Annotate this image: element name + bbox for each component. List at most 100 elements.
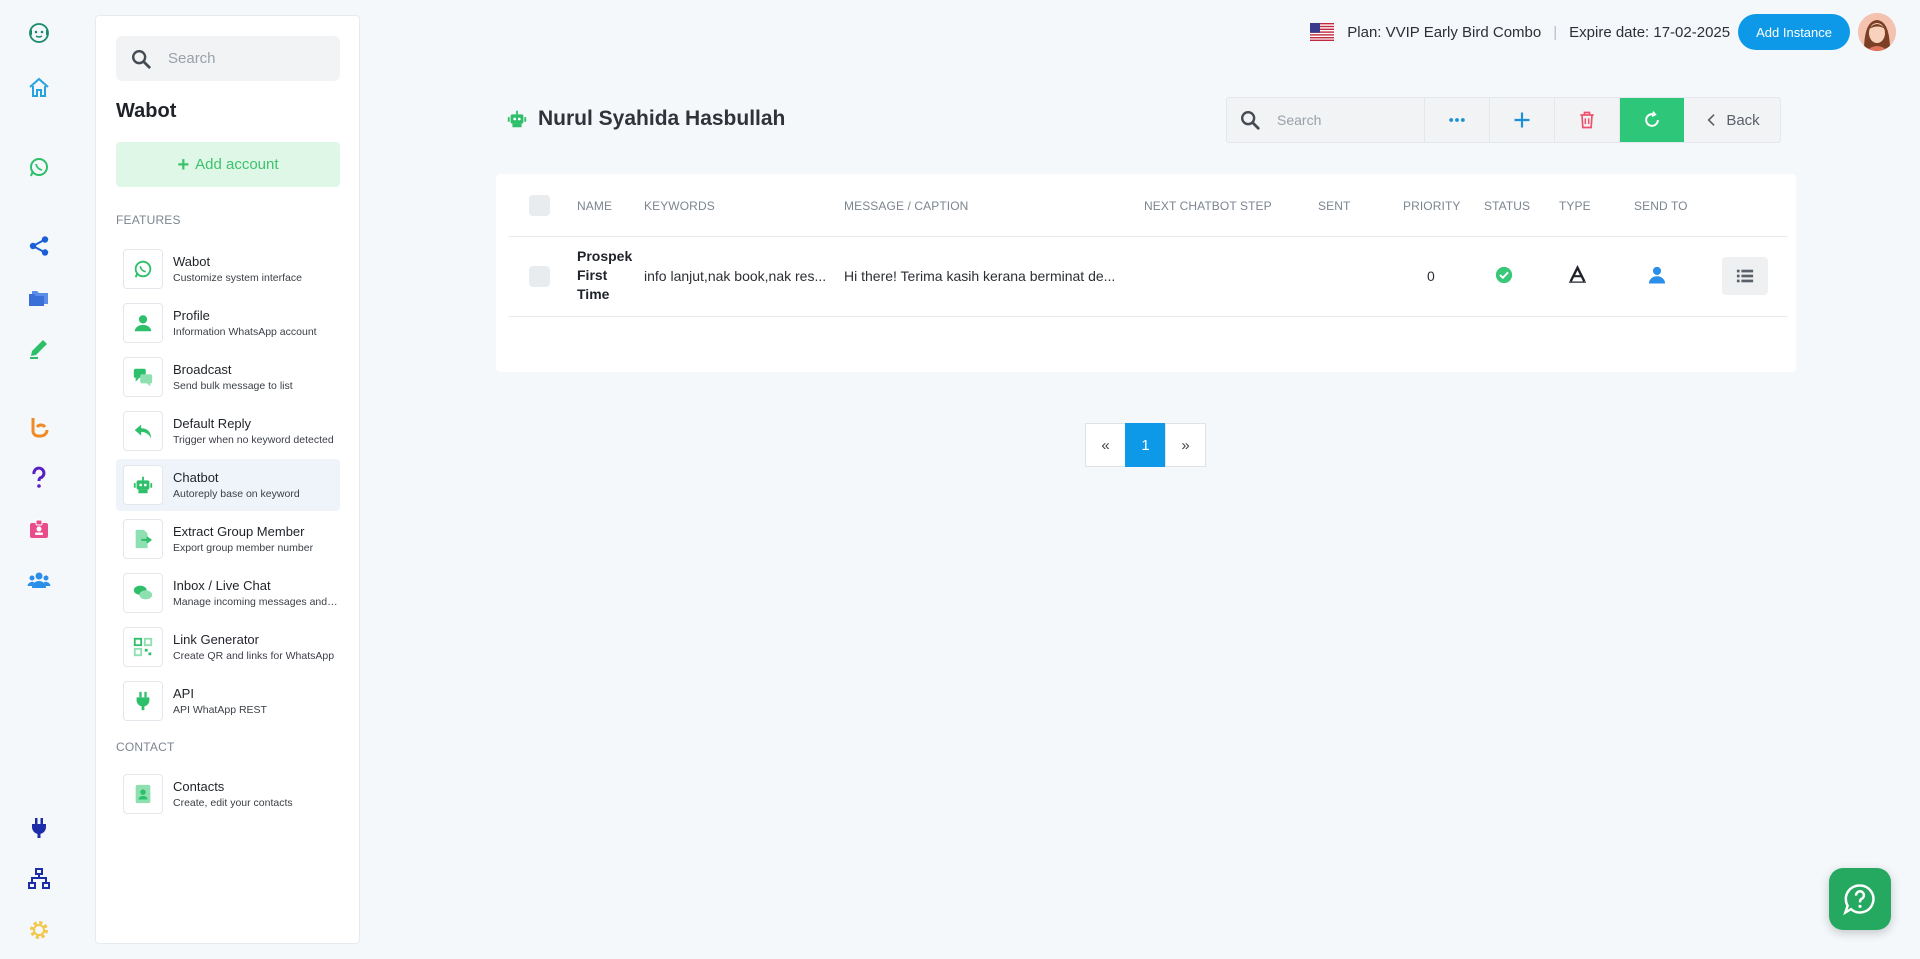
chatbot-table: NAME KEYWORDS MESSAGE / CAPTION NEXT CHA… [496, 174, 1796, 372]
whatsapp-icon[interactable] [22, 150, 56, 184]
feature-item-chatbot[interactable]: Chatbot Autoreply base on keyword [116, 459, 340, 511]
ellipsis-icon [1449, 118, 1465, 122]
feature-desc: Trigger when no keyword detected [173, 434, 334, 446]
add-account-button[interactable]: + Add account [116, 142, 340, 187]
list-icon [1736, 269, 1754, 283]
feature-desc: Autoreply base on keyword [173, 488, 300, 500]
text-type-icon [1569, 265, 1586, 289]
help-chat-button[interactable] [1829, 868, 1891, 930]
bot-logo-icon[interactable] [22, 16, 56, 50]
column-header-next-step[interactable]: NEXT CHATBOT STEP [1144, 199, 1272, 213]
feature-title: Inbox / Live Chat [173, 578, 271, 593]
back-button[interactable]: Back [1684, 98, 1780, 142]
page-title: Nurul Syahida Hasbullah [538, 107, 786, 130]
row-priority: 0 [1427, 268, 1435, 284]
column-header-type[interactable]: TYPE [1559, 199, 1591, 213]
row-actions-button[interactable] [1722, 257, 1768, 295]
feature-desc: Send bulk message to list [173, 380, 293, 392]
users-icon[interactable] [22, 563, 56, 597]
row-checkbox[interactable] [529, 266, 550, 287]
delete-button[interactable] [1555, 98, 1620, 142]
reply-icon [123, 411, 163, 451]
feature-desc: Manage incoming messages and chats [173, 596, 339, 608]
home-icon[interactable] [22, 71, 56, 105]
feature-item-api[interactable]: API API WhatApp REST [116, 675, 340, 727]
header-divider [508, 236, 1788, 237]
folders-icon[interactable] [22, 280, 56, 314]
pagination-next[interactable]: » [1165, 423, 1206, 467]
feature-item-contacts[interactable]: Contacts Create, edit your contacts [116, 768, 340, 820]
toolbar-search [1227, 98, 1425, 142]
icon-rail [0, 0, 78, 959]
whatsapp-icon [123, 249, 163, 289]
blogger-icon[interactable] [22, 410, 56, 444]
feature-item-wabot[interactable]: Wabot Customize system interface [116, 243, 340, 295]
us-flag-icon[interactable] [1310, 23, 1335, 41]
plug-icon [123, 681, 163, 721]
question-icon[interactable] [22, 461, 56, 495]
id-badge-icon[interactable] [22, 512, 56, 546]
feature-desc: API WhatApp REST [173, 704, 267, 716]
feature-item-broadcast[interactable]: Broadcast Send bulk message to list [116, 351, 340, 403]
pagination-page[interactable]: 1 [1125, 423, 1166, 467]
topbar-separator: | [1553, 23, 1558, 41]
avatar[interactable] [1858, 13, 1896, 51]
refresh-button[interactable] [1620, 98, 1684, 142]
sidebar-title: Wabot [116, 100, 177, 122]
gear-icon[interactable] [22, 913, 56, 947]
refresh-icon [1645, 111, 1659, 127]
plus-icon [1514, 112, 1530, 128]
address-book-icon [123, 774, 163, 814]
row-name[interactable]: Prospek First Time [577, 247, 637, 304]
sitemap-icon[interactable] [22, 862, 56, 896]
column-header-status[interactable]: STATUS [1484, 199, 1530, 213]
expire-date: Expire date: 17-02-2025 [1569, 23, 1731, 41]
plug-icon[interactable] [22, 811, 56, 845]
topbar: Plan: VVIP Early Bird Combo | Expire dat… [1310, 13, 1896, 51]
feature-desc: Information WhatsApp account [173, 326, 317, 338]
feature-item-default-reply[interactable]: Default Reply Trigger when no keyword det… [116, 405, 340, 457]
feature-item-profile[interactable]: Profile Information WhatsApp account [116, 297, 340, 349]
share-nodes-icon[interactable] [22, 229, 56, 263]
more-options-button[interactable] [1425, 98, 1490, 142]
feature-title: Extract Group Member [173, 524, 305, 539]
search-icon [1241, 111, 1260, 130]
trash-icon [1580, 111, 1594, 129]
user-icon [123, 303, 163, 343]
feature-desc: Export group member number [173, 542, 314, 554]
row-divider [508, 316, 1788, 317]
feature-desc: Customize system interface [173, 272, 302, 284]
comments-icon [123, 573, 163, 613]
robot-icon [123, 465, 163, 505]
feature-title: Wabot [173, 254, 211, 269]
add-chatbot-button[interactable] [1490, 98, 1555, 142]
help-chat-icon [1843, 884, 1875, 916]
pen-icon[interactable] [22, 331, 56, 365]
feature-item-inbox-live-chat[interactable]: Inbox / Live Chat Manage incoming message… [116, 567, 340, 619]
pagination: « 1 » [1085, 423, 1206, 467]
sidebar-search-input[interactable] [168, 50, 328, 67]
column-header-send-to[interactable]: SEND TO [1634, 199, 1688, 213]
status-active-icon [1495, 266, 1513, 289]
qrcode-icon [123, 627, 163, 667]
feature-item-extract-group-member[interactable]: Extract Group Member Export group member … [116, 513, 340, 565]
feature-title: Broadcast [173, 362, 232, 377]
add-instance-button[interactable]: Add Instance [1738, 14, 1850, 50]
pagination-prev[interactable]: « [1085, 423, 1126, 467]
features-section-label: FEATURES [116, 213, 181, 227]
toolbar: Back [1226, 97, 1781, 143]
select-all-checkbox[interactable] [529, 195, 550, 216]
feature-title: Link Generator [173, 632, 259, 647]
column-header-keywords[interactable]: KEYWORDS [644, 199, 715, 213]
column-header-message[interactable]: MESSAGE / CAPTION [844, 199, 968, 213]
page-header: Nurul Syahida Hasbullah [506, 107, 785, 131]
add-account-label: Add account [195, 156, 279, 173]
feature-title: Profile [173, 308, 210, 323]
column-header-sent[interactable]: SENT [1318, 199, 1350, 213]
row-message: Hi there! Terima kasih kerana berminat d… [844, 268, 1116, 284]
feature-item-link-generator[interactable]: Link Generator Create QR and links for Wh… [116, 621, 340, 673]
column-header-priority[interactable]: PRIORITY [1403, 199, 1460, 213]
toolbar-search-input[interactable] [1277, 112, 1407, 128]
plus-icon: + [177, 153, 190, 176]
column-header-name[interactable]: NAME [577, 199, 612, 213]
